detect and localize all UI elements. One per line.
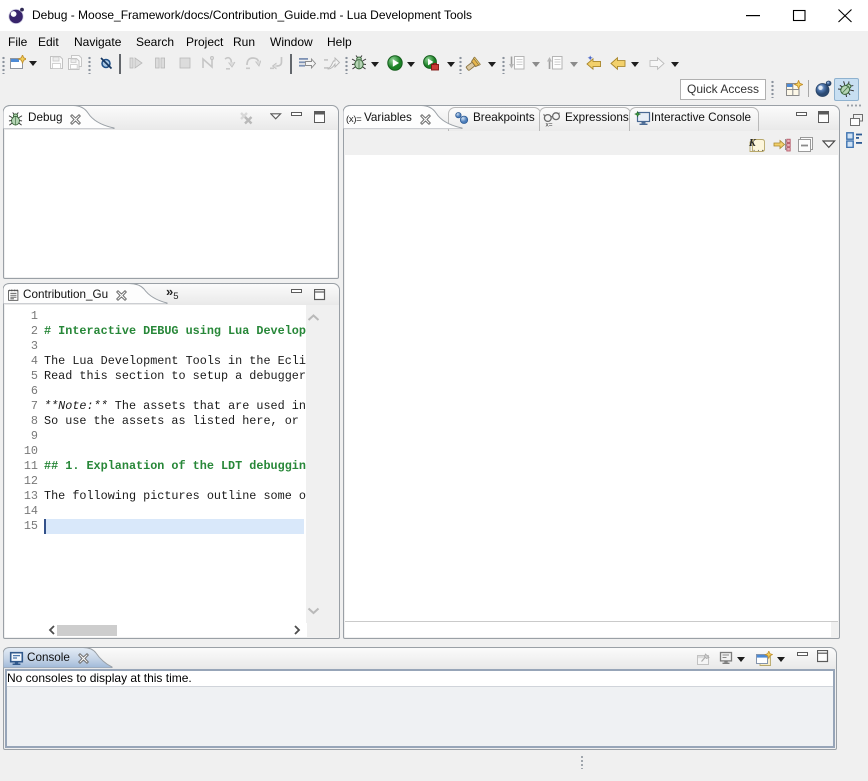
svg-text:...: ... [752, 146, 765, 153]
svg-text:x=: x= [546, 122, 553, 128]
